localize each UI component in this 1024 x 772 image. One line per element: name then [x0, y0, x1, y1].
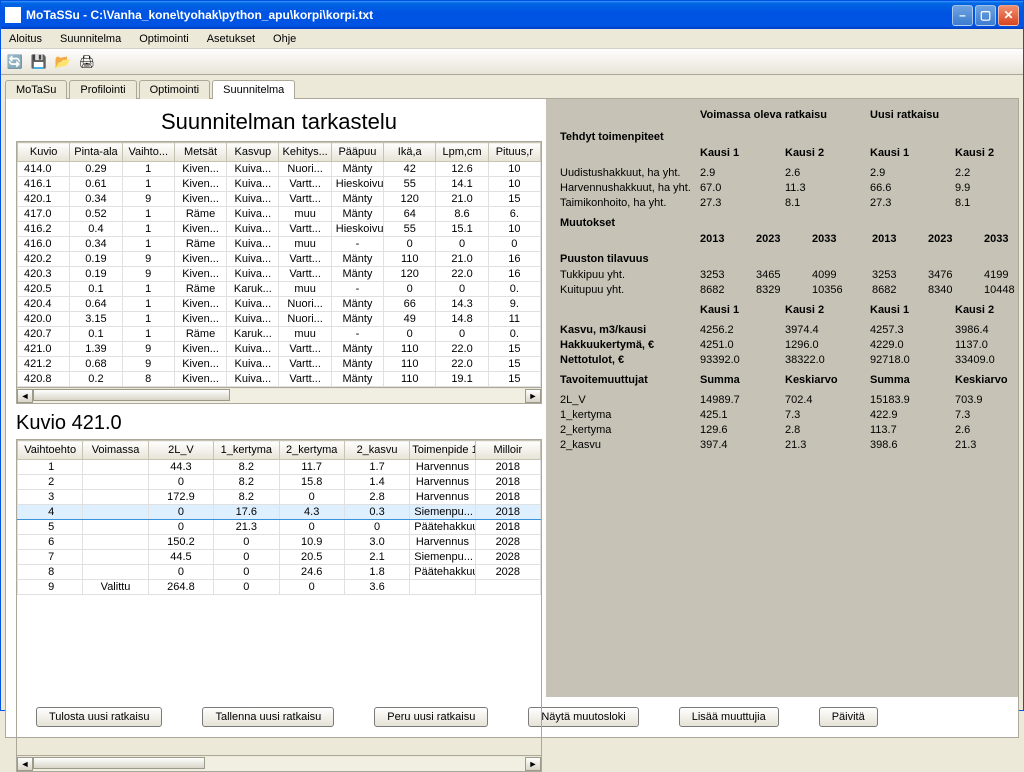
col-voimassa-title: Voimassa oleva ratkaisu	[700, 109, 870, 121]
puusto-title: Puuston tilavuus	[560, 253, 1008, 265]
table-row[interactable]: 417.00.521RämeKuiva...muuMänty648.66.	[18, 207, 541, 222]
table-row[interactable]: 144.38.211.71.7Harvennus2018	[18, 460, 541, 475]
workarea: Suunnitelman tarkastelu KuvioPinta-alaVa…	[5, 98, 1019, 738]
col-uusi-title: Uusi ratkaisu	[870, 109, 1008, 121]
maximize-button[interactable]: ▢	[975, 5, 996, 26]
table-row[interactable]: 6150.2010.93.0Harvennus2028	[18, 535, 541, 550]
changelog-button[interactable]: Näytä muutosloki	[528, 707, 638, 727]
menubar: Aloitus Suunnitelma Optimointi Asetukset…	[1, 29, 1023, 49]
menu-aloitus[interactable]: Aloitus	[5, 31, 46, 47]
table-row[interactable]: 5021.300Päätehakkuu2018	[18, 520, 541, 535]
scroll-left-icon[interactable]: ◄	[17, 757, 33, 771]
table-row[interactable]: 420.80.28Kiven...Kuiva...Vartt...Mänty11…	[18, 372, 541, 387]
hscrollbar-bottom[interactable]: ◄ ►	[17, 755, 541, 771]
menu-ohje[interactable]: Ohje	[269, 31, 300, 47]
menu-suunnitelma[interactable]: Suunnitelma	[56, 31, 125, 47]
tab-suunnitelma[interactable]: Suunnitelma	[212, 80, 295, 99]
table-row[interactable]: 9Valittu264.8003.6	[18, 580, 541, 595]
scroll-left-icon[interactable]: ◄	[17, 389, 33, 403]
table-row[interactable]: 420.70.11RämeKaruk...muu-000.	[18, 327, 541, 342]
col-header[interactable]: Kuvio	[18, 143, 70, 162]
table-row[interactable]: 744.5020.52.1Siemenpu...2028	[18, 550, 541, 565]
close-button[interactable]: ✕	[998, 5, 1019, 26]
app-icon	[5, 7, 21, 23]
toolbar-print-icon[interactable]: 🖨	[77, 52, 97, 72]
tab-motasu[interactable]: MoTaSu	[5, 80, 67, 99]
table-row[interactable]: 421.01.399Kiven...Kuiva...Vartt...Mänty1…	[18, 342, 541, 357]
table-row[interactable]: 416.20.41Kiven...Kuiva...Vartt...Hieskoi…	[18, 222, 541, 237]
col-header[interactable]: Metsät	[174, 143, 226, 162]
table-row[interactable]: 208.215.81.4Harvennus2018	[18, 475, 541, 490]
tehdyt-title: Tehdyt toimenpiteet	[560, 131, 1008, 143]
table-row[interactable]: 420.03.151Kiven...Kuiva...Nuori...Mänty4…	[18, 312, 541, 327]
table-row[interactable]: 420.30.199Kiven...Kuiva...Vartt...Mänty1…	[18, 267, 541, 282]
tabstrip: MoTaSu Profilointi Optimointi Suunnitelm…	[1, 75, 1023, 98]
col-header[interactable]: Vaihto...	[122, 143, 174, 162]
table-row[interactable]: 420.10.349Kiven...Kuiva...Vartt...Mänty1…	[18, 192, 541, 207]
table-row[interactable]: 414.00.291Kiven...Kuiva...Nuori...Mänty4…	[18, 162, 541, 177]
table-row[interactable]: 420.50.11RämeKaruk...muu-000.	[18, 282, 541, 297]
col-header[interactable]: Toimenpide 1	[410, 441, 475, 460]
titlebar[interactable]: MoTaSSu - C:\Vanha_kone\tyohak\python_ap…	[1, 1, 1023, 29]
toolbar-save-icon[interactable]: 💾	[29, 52, 49, 72]
menu-asetukset[interactable]: Asetukset	[203, 31, 259, 47]
col-header[interactable]: Vaihtoehto	[18, 441, 83, 460]
col-header[interactable]: Kehitys...	[279, 143, 331, 162]
col-header[interactable]: 1_kertyma	[214, 441, 279, 460]
col-header[interactable]: Pinta-ala	[70, 143, 122, 162]
refresh-button[interactable]: Päivitä	[819, 707, 878, 727]
kuvio-grid[interactable]: KuvioPinta-alaVaihto...MetsätKasvupKehit…	[16, 141, 542, 404]
muutokset-title: Muutokset	[560, 217, 1008, 229]
window-title: MoTaSSu - C:\Vanha_kone\tyohak\python_ap…	[26, 8, 952, 22]
scroll-right-icon[interactable]: ►	[525, 757, 541, 771]
tab-profilointi[interactable]: Profilointi	[69, 80, 136, 99]
col-header[interactable]: 2_kertyma	[279, 441, 344, 460]
toolbar-refresh-icon[interactable]: 🔄	[5, 52, 25, 72]
table-row[interactable]: 80024.61.8Päätehakkuu2028	[18, 565, 541, 580]
toolbar-open-icon[interactable]: 📂	[53, 52, 73, 72]
toolbar: 🔄 💾 📂 🖨	[1, 49, 1023, 75]
table-row[interactable]: 3172.98.202.8Harvennus2018	[18, 490, 541, 505]
table-row[interactable]: 421.20.689Kiven...Kuiva...Vartt...Mänty1…	[18, 357, 541, 372]
col-header[interactable]: Milloir	[475, 441, 540, 460]
app-window: MoTaSSu - C:\Vanha_kone\tyohak\python_ap…	[0, 0, 1024, 711]
table-row[interactable]: 420.20.199Kiven...Kuiva...Vartt...Mänty1…	[18, 252, 541, 267]
table-row[interactable]: 416.10.611Kiven...Kuiva...Vartt...Hiesko…	[18, 177, 541, 192]
right-panel: Voimassa oleva ratkaisu Uusi ratkaisu Te…	[546, 99, 1018, 697]
tavoite-title: Tavoitemuuttujat	[560, 374, 700, 386]
col-header[interactable]: 2L_V	[148, 441, 213, 460]
detail-grid[interactable]: VaihtoehtoVoimassa2L_V1_kertyma2_kertyma…	[16, 439, 542, 772]
table-row[interactable]: 4017.64.30.3Siemenpu...2018	[18, 505, 541, 520]
col-header[interactable]: Pääpuu	[331, 143, 383, 162]
col-header[interactable]: Voimassa	[83, 441, 148, 460]
detail-title: Kuvio 421.0	[16, 412, 542, 435]
col-header[interactable]: Lpm,cm	[436, 143, 488, 162]
col-header[interactable]: Ikä,a	[384, 143, 436, 162]
col-header[interactable]: Pituus,r	[488, 143, 540, 162]
table-row[interactable]: 420.40.641Kiven...Kuiva...Nuori...Mänty6…	[18, 297, 541, 312]
add-vars-button[interactable]: Lisää muuttujia	[679, 707, 779, 727]
left-panel: Suunnitelman tarkastelu KuvioPinta-alaVa…	[6, 99, 546, 697]
scroll-right-icon[interactable]: ►	[525, 389, 541, 403]
col-header[interactable]: Kasvup	[227, 143, 279, 162]
hscrollbar-top[interactable]: ◄ ►	[17, 387, 541, 403]
tab-optimointi[interactable]: Optimointi	[139, 80, 211, 99]
table-row[interactable]: 416.00.341RämeKuiva...muu-000	[18, 237, 541, 252]
page-title: Suunnitelman tarkastelu	[16, 109, 542, 135]
minimize-button[interactable]: –	[952, 5, 973, 26]
menu-optimointi[interactable]: Optimointi	[135, 31, 193, 47]
col-header[interactable]: 2_kasvu	[344, 441, 409, 460]
